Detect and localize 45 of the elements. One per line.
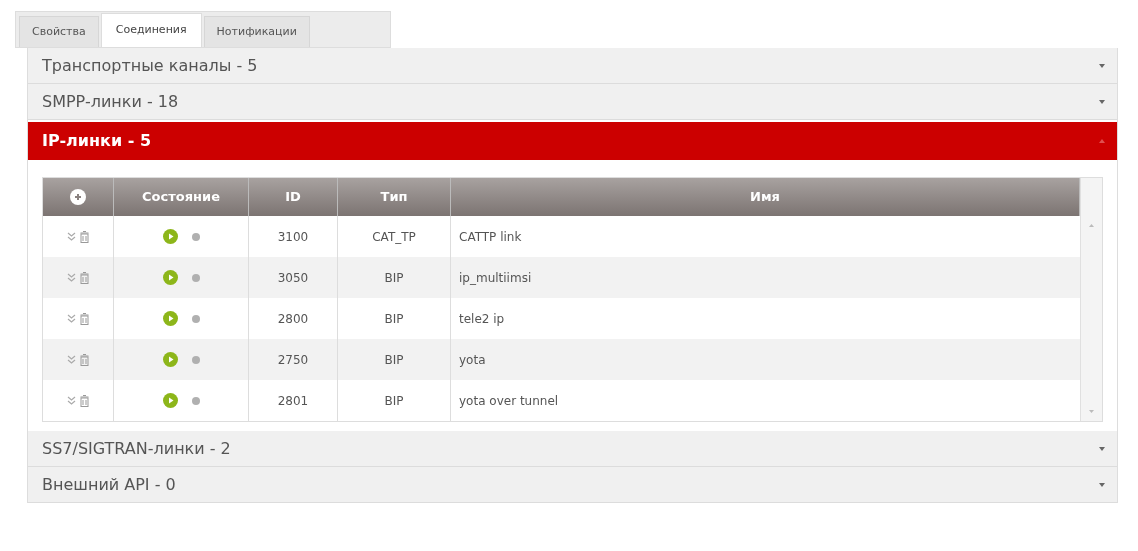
status-dot-icon [191, 396, 200, 405]
caret-icon [1099, 63, 1105, 68]
play-icon[interactable] [162, 393, 178, 408]
trash-icon[interactable] [80, 230, 89, 243]
caret-icon [1099, 139, 1105, 143]
expand-icon[interactable] [67, 396, 76, 405]
table-cell-text: ip_multiimsi [458, 269, 533, 287]
accordion-header[interactable]: IP-линки - 5 [28, 122, 1117, 160]
status-dot-icon [191, 355, 200, 364]
accordion-header[interactable]: SS7/SIGTRAN-линки - 2 [28, 431, 1117, 467]
table-cell-text: yota over tunnel [458, 392, 560, 410]
table-cell: 2801 [249, 380, 338, 421]
plus-icon [74, 193, 82, 201]
accordion-header[interactable]: Транспортные каналы - 5 [28, 48, 1117, 84]
tab[interactable]: Нотификации [203, 16, 310, 47]
table-cell-text: tele2 ip [458, 310, 506, 328]
tab[interactable]: Свойства [19, 16, 99, 47]
table-cell-text: yota [458, 351, 487, 369]
play-icon[interactable] [162, 311, 178, 326]
table-cell-text: CATTP link [458, 228, 523, 246]
expand-icon[interactable] [67, 314, 76, 323]
status-dot-icon [191, 314, 200, 323]
caret-icon [1099, 482, 1105, 487]
add-button[interactable] [70, 189, 86, 205]
caret-icon [1099, 446, 1105, 451]
scrollbar[interactable] [1080, 178, 1102, 421]
trash-icon[interactable] [80, 312, 89, 325]
accordion-header[interactable]: SMPP-линки - 18 [28, 84, 1117, 120]
table-cell: BIP [338, 380, 451, 421]
caret-icon [1099, 99, 1105, 104]
expand-icon[interactable] [67, 232, 76, 241]
scroll-up-icon[interactable] [1089, 224, 1094, 227]
trash-icon[interactable] [80, 271, 89, 284]
scroll-down-icon[interactable] [1089, 410, 1094, 413]
play-icon[interactable] [162, 270, 178, 285]
accordion-header[interactable]: Внешний API - 0 [28, 467, 1117, 503]
status-dot-icon [191, 232, 200, 241]
tab[interactable]: Соединения [100, 13, 202, 47]
expand-icon[interactable] [67, 273, 76, 282]
status-dot-icon [191, 273, 200, 282]
trash-icon[interactable] [80, 353, 89, 366]
trash-icon[interactable] [80, 394, 89, 407]
play-icon[interactable] [162, 229, 178, 244]
expand-icon[interactable] [67, 355, 76, 364]
play-icon[interactable] [162, 352, 178, 367]
